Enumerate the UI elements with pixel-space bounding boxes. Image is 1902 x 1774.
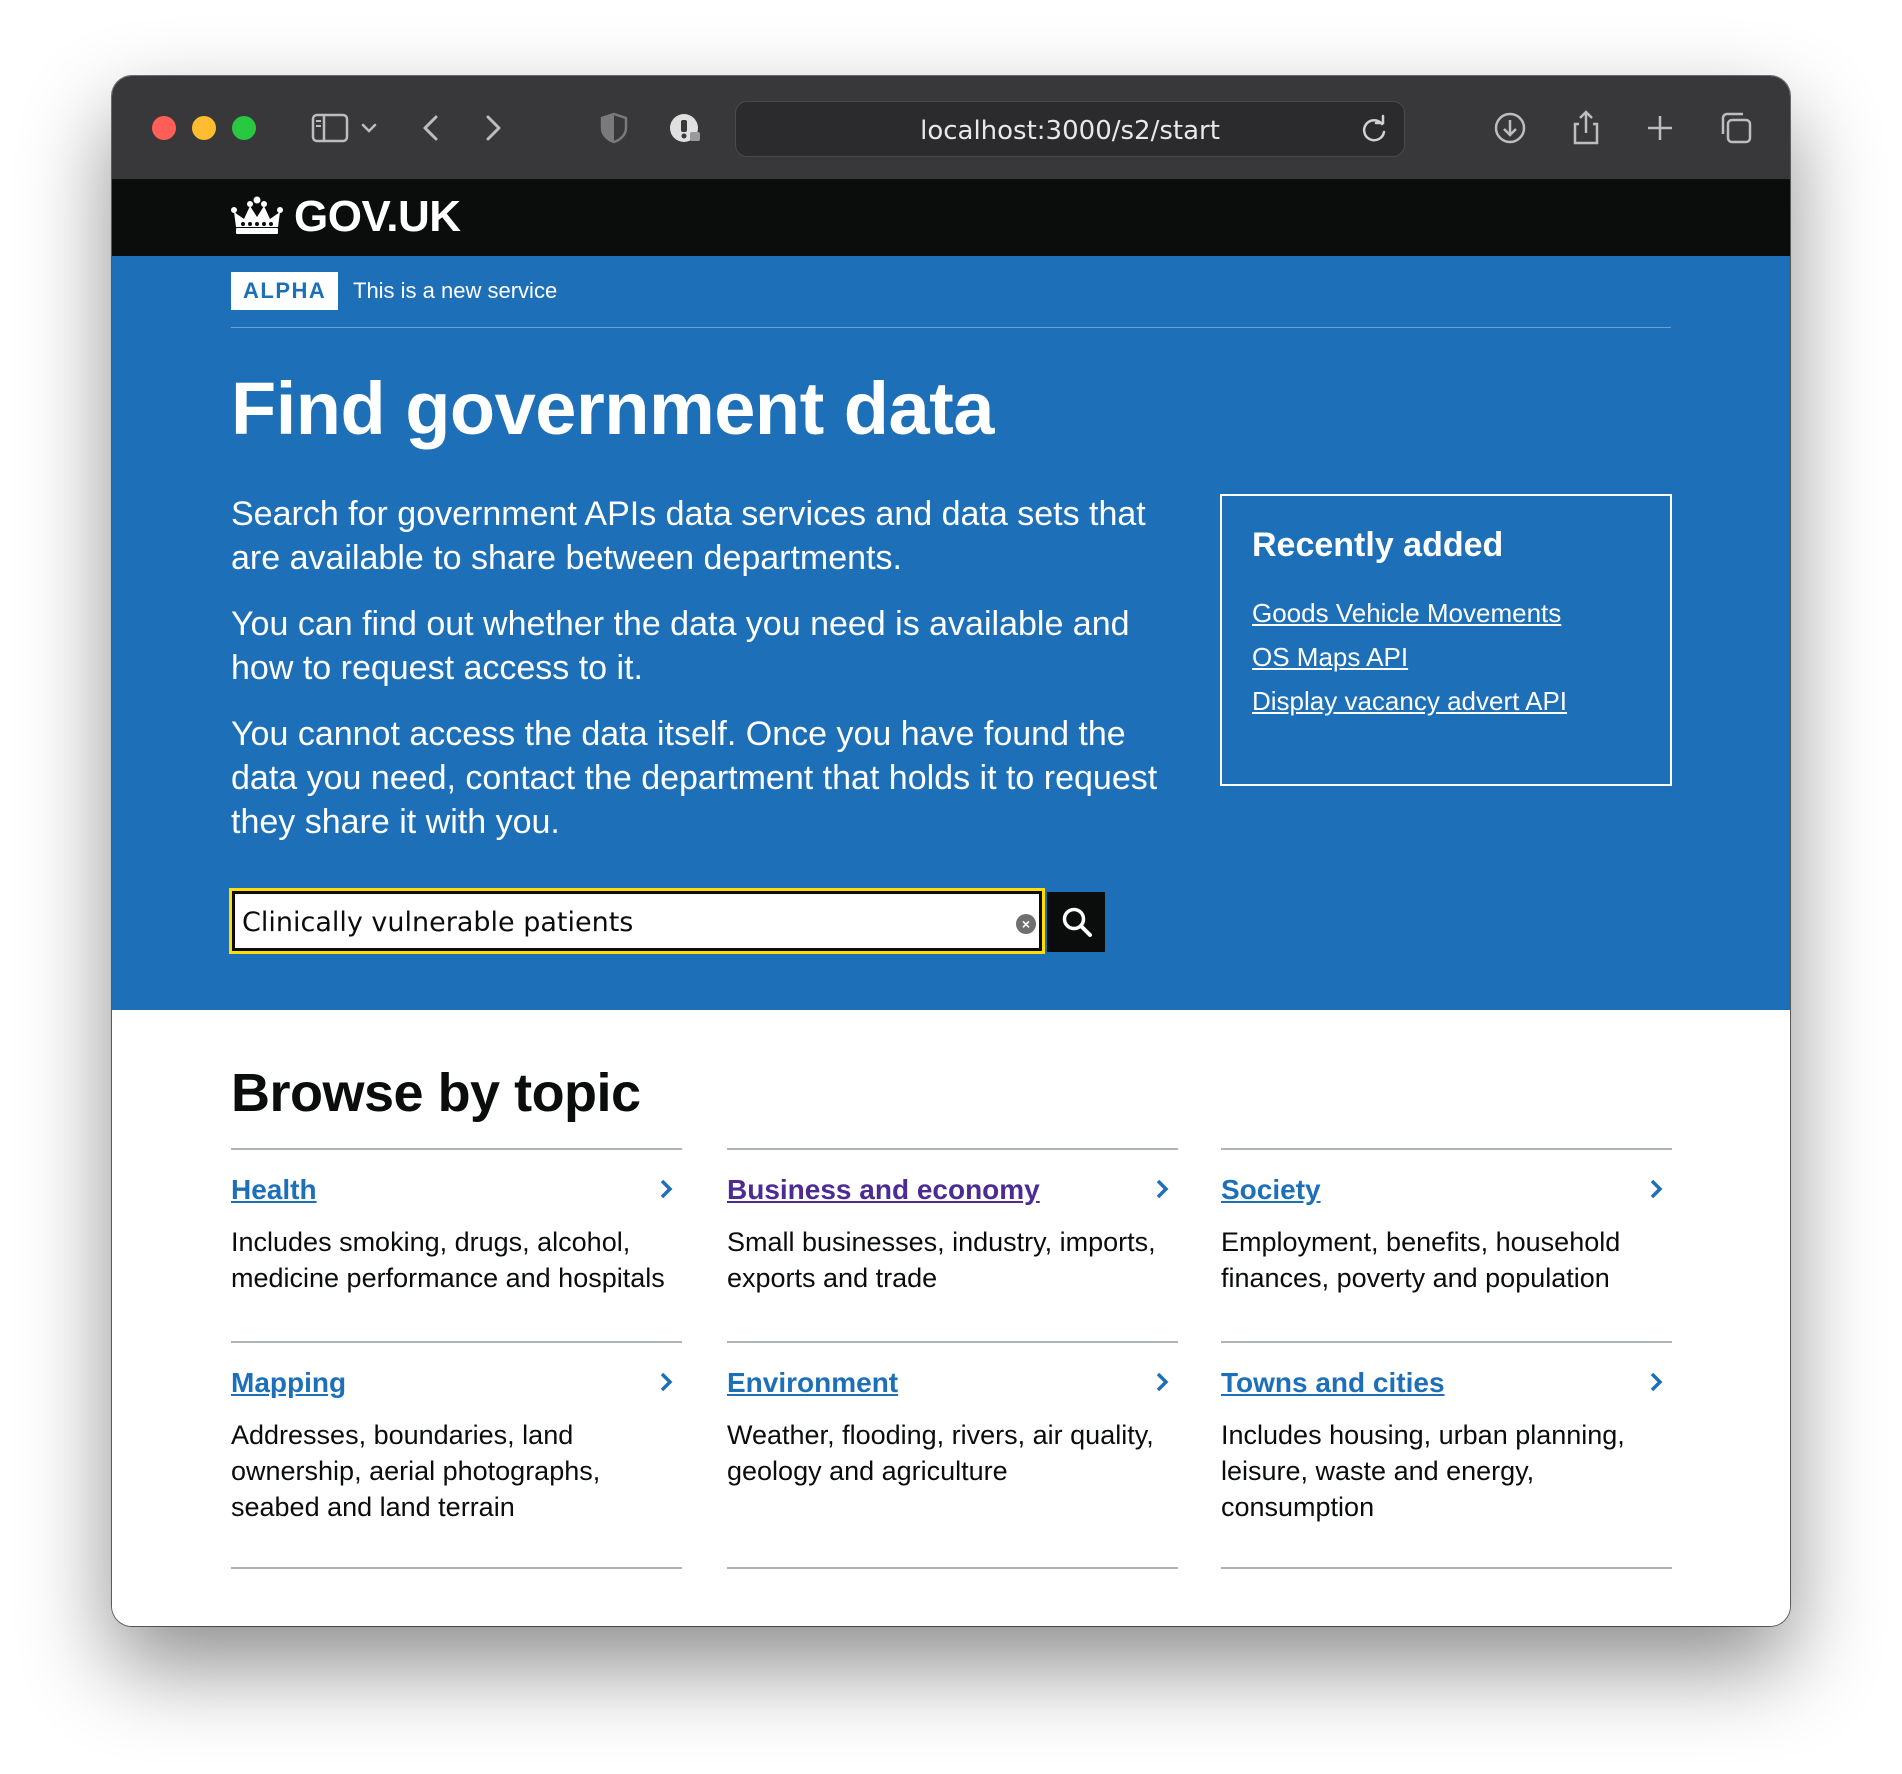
topic-divider: [231, 1567, 682, 1569]
search-input[interactable]: Clinically vulnerable patients ×: [229, 888, 1045, 954]
topic-divider: [727, 1567, 1178, 1569]
browse-title: Browse by topic: [231, 1063, 641, 1123]
chevron-right-icon[interactable]: [1152, 1174, 1174, 1204]
close-window-button[interactable]: [152, 116, 176, 140]
share-icon[interactable]: [1564, 106, 1608, 150]
chevron-down-icon[interactable]: [354, 106, 384, 150]
zoom-window-button[interactable]: [232, 116, 256, 140]
chevron-right-icon[interactable]: [1646, 1367, 1668, 1397]
intro-paragraph: You cannot access the data itself. Once …: [231, 715, 1158, 841]
topic-link-environment[interactable]: Environment: [727, 1367, 898, 1399]
topic-description: Addresses, boundaries, land ownership, a…: [231, 1420, 601, 1522]
extension-icon[interactable]: [664, 106, 708, 150]
topic-link-society[interactable]: Society: [1221, 1174, 1321, 1206]
topic-card-business: Business and economy Small businesses, i…: [727, 1148, 1178, 1308]
reload-icon[interactable]: [1356, 112, 1392, 148]
recent-link-goods-vehicle-movements[interactable]: Goods Vehicle Movements: [1252, 591, 1640, 635]
phase-text: This is a new service: [353, 278, 558, 303]
topic-link-mapping[interactable]: Mapping: [231, 1367, 346, 1399]
address-bar[interactable]: localhost:3000/s2/start: [735, 101, 1405, 157]
clear-search-icon[interactable]: ×: [1016, 914, 1036, 934]
chevron-right-icon[interactable]: [656, 1174, 678, 1204]
topic-card-society: Society Employment, benefits, household …: [1221, 1148, 1672, 1308]
govuk-logo-link[interactable]: GOV.UK: [294, 192, 461, 242]
topic-description: Weather, flooding, rivers, air quality, …: [727, 1420, 1154, 1486]
page-title: Find government data: [231, 367, 994, 450]
url-text: localhost:3000/s2/start: [920, 116, 1220, 146]
topic-card-mapping: Mapping Addresses, boundaries, land owne…: [231, 1341, 682, 1567]
phase-tag: ALPHA: [231, 272, 339, 310]
topic-description: Includes housing, urban planning, leisur…: [1221, 1420, 1625, 1522]
chevron-right-icon[interactable]: [656, 1367, 678, 1397]
intro-paragraph: Search for government APIs data services…: [231, 495, 1146, 577]
topic-link-towns-and-cities[interactable]: Towns and cities: [1221, 1367, 1445, 1399]
sidebar-toggle-icon[interactable]: [308, 106, 352, 150]
recent-link-os-maps-api[interactable]: OS Maps API: [1252, 635, 1640, 679]
topic-card-towns-and-cities: Towns and cities Includes housing, urban…: [1221, 1341, 1672, 1567]
chevron-right-icon[interactable]: [1646, 1174, 1668, 1204]
chevron-right-icon[interactable]: [1152, 1367, 1174, 1397]
govuk-header: GOV.UK: [112, 180, 1790, 256]
hero-section: ALPHA This is a new service Find governm…: [112, 256, 1790, 1010]
recently-added-panel: Recently added Goods Vehicle Movements O…: [1220, 494, 1672, 786]
topic-divider: [1221, 1567, 1672, 1569]
new-tab-icon[interactable]: [1638, 106, 1682, 150]
browse-section: Browse by topic Health Includes smoking,…: [112, 1010, 1790, 1626]
intro-paragraph: You can find out whether the data you ne…: [231, 605, 1130, 687]
page-viewport: GOV.UK ALPHA This is a new service Find …: [112, 180, 1790, 1626]
minimize-window-button[interactable]: [192, 116, 216, 140]
crown-icon: [231, 196, 283, 234]
intro-text: Search for government APIs data services…: [231, 492, 1171, 866]
back-icon[interactable]: [410, 106, 454, 150]
topic-description: Small businesses, industry, imports, exp…: [727, 1227, 1156, 1293]
search-icon: [1062, 907, 1092, 937]
privacy-shield-icon[interactable]: [592, 106, 636, 150]
topic-card-health: Health Includes smoking, drugs, alcohol,…: [231, 1148, 682, 1308]
topic-link-health[interactable]: Health: [231, 1174, 317, 1206]
browser-window: localhost:3000/s2/start GOV.UK ALPHA Thi…: [112, 76, 1790, 1626]
downloads-icon[interactable]: [1488, 106, 1532, 150]
browser-toolbar: localhost:3000/s2/start: [112, 76, 1790, 180]
topic-card-environment: Environment Weather, flooding, rivers, a…: [727, 1341, 1178, 1567]
topic-description: Includes smoking, drugs, alcohol, medici…: [231, 1227, 665, 1293]
search-button[interactable]: [1047, 892, 1105, 952]
topic-link-business-and-economy[interactable]: Business and economy: [727, 1174, 1040, 1206]
phase-banner: ALPHA This is a new service: [231, 272, 1671, 328]
recently-added-title: Recently added: [1252, 526, 1504, 564]
recent-link-display-vacancy-advert-api[interactable]: Display vacancy advert API: [1252, 679, 1640, 723]
tab-overview-icon[interactable]: [1714, 106, 1758, 150]
search-input-value: Clinically vulnerable patients: [242, 907, 634, 938]
desktop-stage: localhost:3000/s2/start GOV.UK ALPHA Thi…: [0, 0, 1902, 1774]
forward-icon[interactable]: [470, 106, 514, 150]
topic-description: Employment, benefits, household finances…: [1221, 1227, 1621, 1293]
